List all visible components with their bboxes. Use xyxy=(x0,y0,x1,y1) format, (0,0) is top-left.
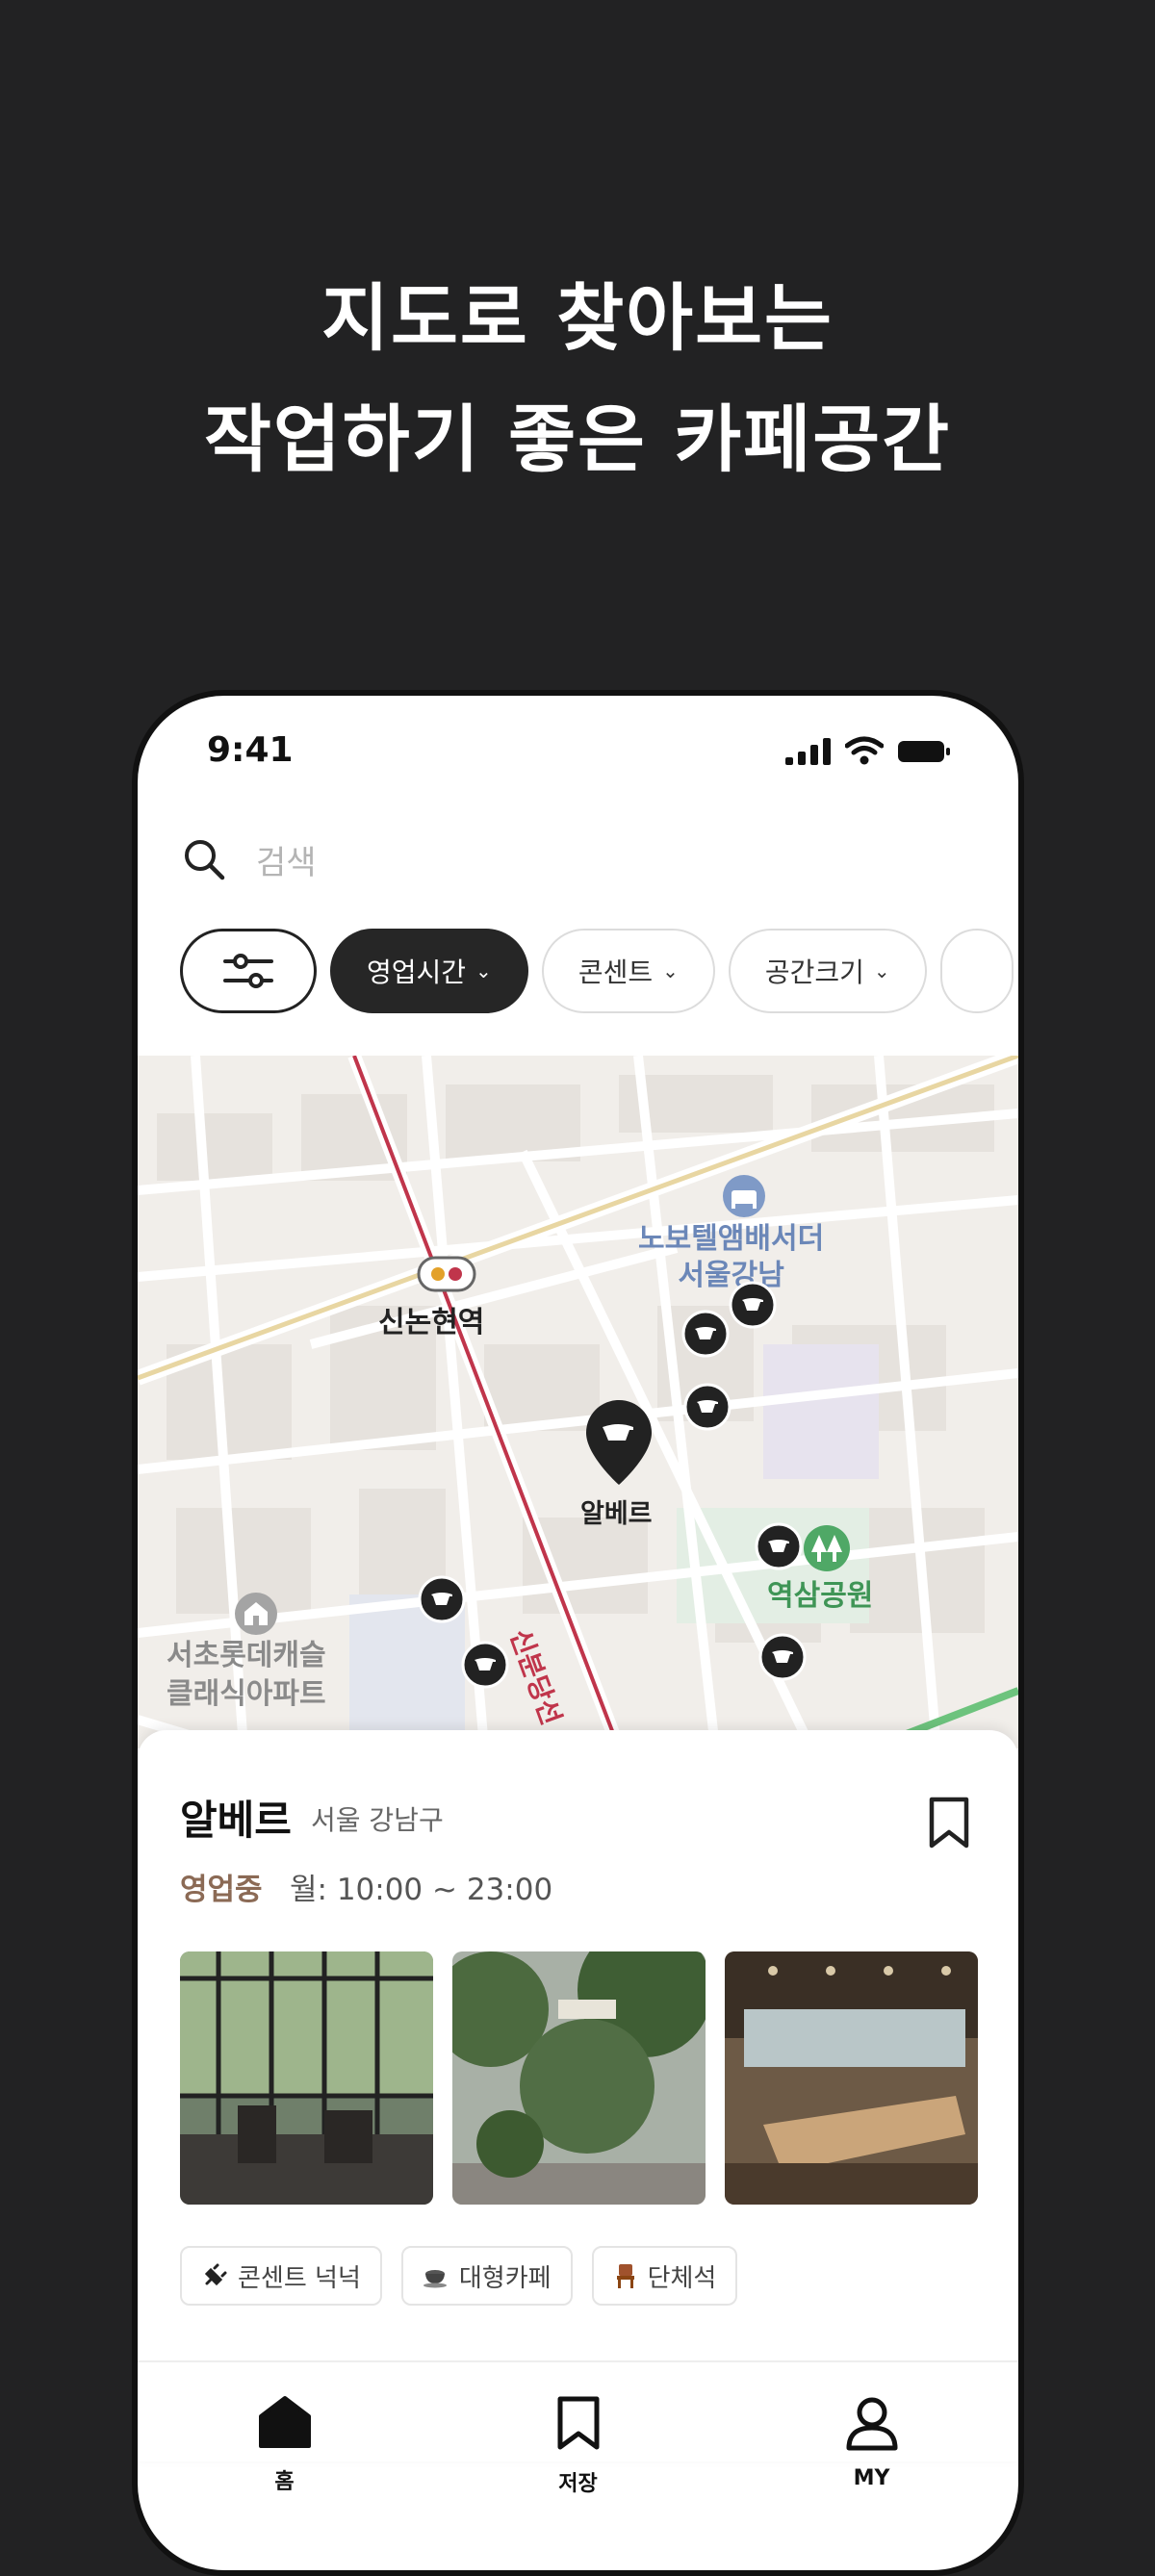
open-status: 영업중 xyxy=(180,1873,263,1907)
map-label-hotel-line-1: 노보텔앰배서더 xyxy=(638,1222,825,1256)
building-icon xyxy=(235,1593,277,1635)
photo-gallery xyxy=(180,1951,978,2205)
cafe-photo[interactable] xyxy=(725,1951,978,2205)
home-icon xyxy=(258,2396,311,2448)
tag-label: 대형카페 xyxy=(458,2263,552,2293)
cafe-photo[interactable] xyxy=(180,1951,433,2205)
cafe-seating-photo xyxy=(725,1951,978,2205)
park-icon xyxy=(804,1525,850,1571)
feature-tags: 콘센트 넉넉 대형카페 단체석 xyxy=(180,2246,738,2306)
tab-my-label: MY xyxy=(853,2466,890,2490)
filter-chips: 영업시간 ⌄ 콘센트 ⌄ 공간크기 ⌄ xyxy=(180,929,1014,1013)
chevron-down-icon: ⌄ xyxy=(662,959,679,982)
tag-outlet: 콘센트 넉넉 xyxy=(180,2246,382,2306)
tag-label: 콘센트 넉넉 xyxy=(238,2263,361,2293)
user-icon xyxy=(846,2397,897,2451)
sliders-icon xyxy=(223,954,273,988)
search-input[interactable]: 검색 xyxy=(256,836,317,883)
filter-chip-more[interactable] xyxy=(939,929,1014,1013)
bookmark-icon xyxy=(557,2396,599,2450)
cafe-pin[interactable] xyxy=(683,1383,732,1431)
tag-label: 단체석 xyxy=(647,2263,717,2293)
headline-line-2: 작업하기 좋은 카페공간 xyxy=(203,396,952,482)
cafe-pin-selected[interactable] xyxy=(583,1398,654,1487)
cafe-name: 알베르 xyxy=(180,1797,292,1844)
filter-chip-label: 공간크기 xyxy=(764,956,864,988)
cafe-pin[interactable] xyxy=(461,1641,509,1689)
tag-large-cafe: 대형카페 xyxy=(400,2246,573,2306)
cellular-signal-icon xyxy=(785,738,831,765)
filter-chip-label: 콘센트 xyxy=(578,956,654,988)
cafe-photo[interactable] xyxy=(452,1951,706,2205)
phone-frame: 9:41 검색 영업시간 ⌄ 콘센트 ⌄ 공간크기 ⌄ 신논현역 노보텔앰배서더… xyxy=(132,690,1024,2576)
battery-icon xyxy=(898,741,950,762)
cafe-pin[interactable] xyxy=(758,1633,807,1681)
search-bar[interactable]: 검색 xyxy=(181,821,980,898)
map-label-station: 신논현역 xyxy=(378,1306,485,1339)
filter-chip-hours[interactable]: 영업시간 ⌄ xyxy=(330,929,528,1013)
search-icon xyxy=(185,840,225,880)
tab-saved-label: 저장 xyxy=(558,2472,598,2496)
opening-hours: 월: 10:00 ~ 23:00 xyxy=(290,1873,553,1907)
cafe-pin[interactable] xyxy=(418,1575,466,1623)
map-label-apartment: 서초롯데캐슬 클래식아파트 xyxy=(167,1637,326,1714)
map-label-apartment-line-2: 클래식아파트 xyxy=(167,1677,326,1711)
chevron-down-icon: ⌄ xyxy=(475,959,492,982)
cafe-pin[interactable] xyxy=(729,1281,777,1329)
headline-line-1: 지도로 찾아보는 xyxy=(321,275,834,361)
filter-settings-button[interactable] xyxy=(180,929,317,1013)
bookmark-icon[interactable] xyxy=(928,1796,970,1849)
bottom-tab-bar: 홈 저장 MY xyxy=(138,2362,1018,2570)
headline: 지도로 찾아보는 작업하기 좋은 카페공간 xyxy=(0,258,1155,500)
filter-chip-space-size[interactable]: 공간크기 ⌄ xyxy=(728,929,927,1013)
cafe-location: 서울 강남구 xyxy=(311,1804,444,1836)
cafe-exterior-photo xyxy=(452,1951,706,2205)
wifi-icon xyxy=(845,736,884,765)
cafe-interior-photo xyxy=(180,1951,433,2205)
status-time: 9:41 xyxy=(207,730,294,770)
chair-icon xyxy=(616,2264,634,2288)
cafe-pin[interactable] xyxy=(755,1522,803,1570)
status-bar: 9:41 xyxy=(138,696,1018,802)
subway-station-icon xyxy=(417,1256,476,1292)
map-label-selected-cafe: 알베르 xyxy=(580,1499,653,1529)
tab-my[interactable]: MY xyxy=(776,2362,968,2570)
chevron-down-icon: ⌄ xyxy=(873,959,890,982)
tag-group-seating: 단체석 xyxy=(591,2246,738,2306)
cafe-pin[interactable] xyxy=(681,1310,730,1358)
map-view[interactable]: 신논현역 노보텔앰배서더 서울강남 역삼공원 서초롯데캐슬 클래식아파트 신분당… xyxy=(138,1056,1018,1748)
tab-home[interactable]: 홈 xyxy=(189,2362,381,2570)
tab-home-label: 홈 xyxy=(274,2470,295,2494)
coffee-cup-icon xyxy=(423,2270,447,2288)
filter-chip-label: 영업시간 xyxy=(367,956,467,988)
tab-saved[interactable]: 저장 xyxy=(482,2362,675,2570)
map-label-apartment-line-1: 서초롯데캐슬 xyxy=(167,1639,326,1672)
hotel-icon xyxy=(723,1175,765,1217)
cafe-detail-card[interactable]: 알베르 서울 강남구 영업중 월: 10:00 ~ 23:00 콘센트 넉넉 대… xyxy=(138,1730,1018,2461)
plug-icon xyxy=(204,2263,227,2286)
map-label-park: 역삼공원 xyxy=(767,1579,874,1613)
filter-chip-outlet[interactable]: 콘센트 ⌄ xyxy=(541,929,715,1013)
